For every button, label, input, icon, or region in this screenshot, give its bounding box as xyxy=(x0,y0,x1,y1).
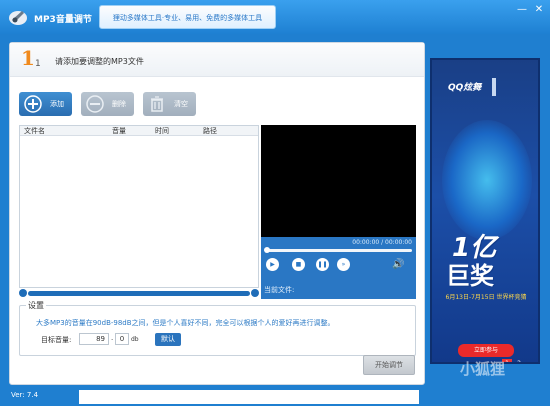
volume-unit: db xyxy=(131,336,139,343)
volume-icon[interactable]: 🔊 xyxy=(392,259,404,270)
settings-title: 设置 xyxy=(26,300,46,311)
delete-button-label: 删除 xyxy=(112,100,126,108)
add-button-label: 添加 xyxy=(50,100,64,108)
file-list-table[interactable]: 文件名 音量 时间 路径 xyxy=(19,125,259,288)
play-icon[interactable]: ▶ xyxy=(266,258,279,271)
horizontal-scrollbar[interactable] xyxy=(19,289,259,297)
target-volume-decimal-input[interactable]: 0 xyxy=(115,333,129,345)
column-path[interactable]: 路径 xyxy=(203,126,217,136)
settings-description: 大多MP3的音量在90dB-98dB之间，但是个人喜好不同，完全可以根据个人的爱… xyxy=(36,319,335,327)
minimize-button[interactable]: — xyxy=(515,4,529,16)
advertisement-banner[interactable]: QQ炫舞 1亿 巨奖 6月13日-7月15日 世界杯竞猜 立即参与 1 2 xyxy=(430,58,540,364)
file-list-header: 文件名 音量 时间 路径 xyxy=(20,126,258,136)
ad-character-image xyxy=(442,120,532,240)
pause-icon[interactable]: ❚❚ xyxy=(316,258,329,271)
column-volume[interactable]: 音量 xyxy=(112,126,126,136)
step-number: 1 xyxy=(21,46,35,70)
player-controls: 00:00:00 / 00:00:00 ▶ ■ ❚❚ » 🔊 当前文件: xyxy=(261,237,416,299)
settings-group: 设置 大多MP3的音量在90dB-98dB之间，但是个人喜好不同，完全可以根据个… xyxy=(19,300,416,356)
status-field xyxy=(79,390,419,404)
clear-button-label: 清空 xyxy=(174,100,188,108)
current-file-label: 当前文件: xyxy=(264,286,295,294)
step-total: 1 xyxy=(35,59,41,69)
step-header: 1 1 请添加要调整的MP3文件 xyxy=(10,43,424,77)
version-label: Ver: 7.4 xyxy=(11,391,39,399)
default-button[interactable]: 默认 xyxy=(155,333,181,346)
column-filename[interactable]: 文件名 xyxy=(24,126,45,136)
start-adjust-button[interactable]: 开始调节 xyxy=(363,355,415,375)
target-volume-integer-input[interactable]: 89 xyxy=(79,333,109,345)
main-panel: 1 1 请添加要调整的MP3文件 添加 删除 清空 文件名 音量 时间 路径 0… xyxy=(9,42,425,385)
plus-circle-icon xyxy=(24,95,42,113)
watermark-text: 小狐狸 xyxy=(460,360,506,378)
app-title: MP3音量调节 xyxy=(34,15,92,25)
fast-forward-icon[interactable]: » xyxy=(337,258,350,271)
close-button[interactable]: ✕ xyxy=(532,4,546,16)
app-logo-icon xyxy=(9,11,27,25)
minus-circle-icon xyxy=(86,95,104,113)
decimal-point: . xyxy=(111,334,114,342)
slogan-banner[interactable]: 狸动多媒体工具·专业、易用、免费的多媒体工具 xyxy=(99,5,276,29)
ad-headline-2: 巨奖 xyxy=(446,262,494,290)
ad-subtitle: 6月13日-7月15日 世界杯竞猜 xyxy=(445,294,527,301)
trophy-icon xyxy=(492,78,496,96)
scroll-left-button[interactable] xyxy=(19,289,27,297)
add-button[interactable]: 添加 xyxy=(19,92,72,116)
stop-icon[interactable]: ■ xyxy=(292,258,305,271)
clear-button[interactable]: 清空 xyxy=(143,92,196,116)
title-bar: MP3音量调节 狸动多媒体工具·专业、易用、免费的多媒体工具 — ✕ xyxy=(0,0,550,34)
trash-icon xyxy=(151,96,163,112)
progress-bar[interactable] xyxy=(265,249,412,252)
scroll-track[interactable] xyxy=(28,291,250,296)
status-bar: Ver: 7.4 xyxy=(0,388,550,406)
column-time[interactable]: 时间 xyxy=(155,126,169,136)
step-instruction: 请添加要调整的MP3文件 xyxy=(55,57,144,66)
target-volume-label: 目标音量: xyxy=(41,336,72,344)
ad-logo: QQ炫舞 xyxy=(448,83,482,93)
media-player: 00:00:00 / 00:00:00 ▶ ■ ❚❚ » 🔊 当前文件: xyxy=(261,125,416,299)
progress-knob[interactable] xyxy=(264,247,270,253)
video-screen xyxy=(261,125,416,237)
playback-time: 00:00:00 / 00:00:00 xyxy=(352,239,412,246)
delete-button[interactable]: 删除 xyxy=(81,92,134,116)
scroll-right-button[interactable] xyxy=(251,289,259,297)
